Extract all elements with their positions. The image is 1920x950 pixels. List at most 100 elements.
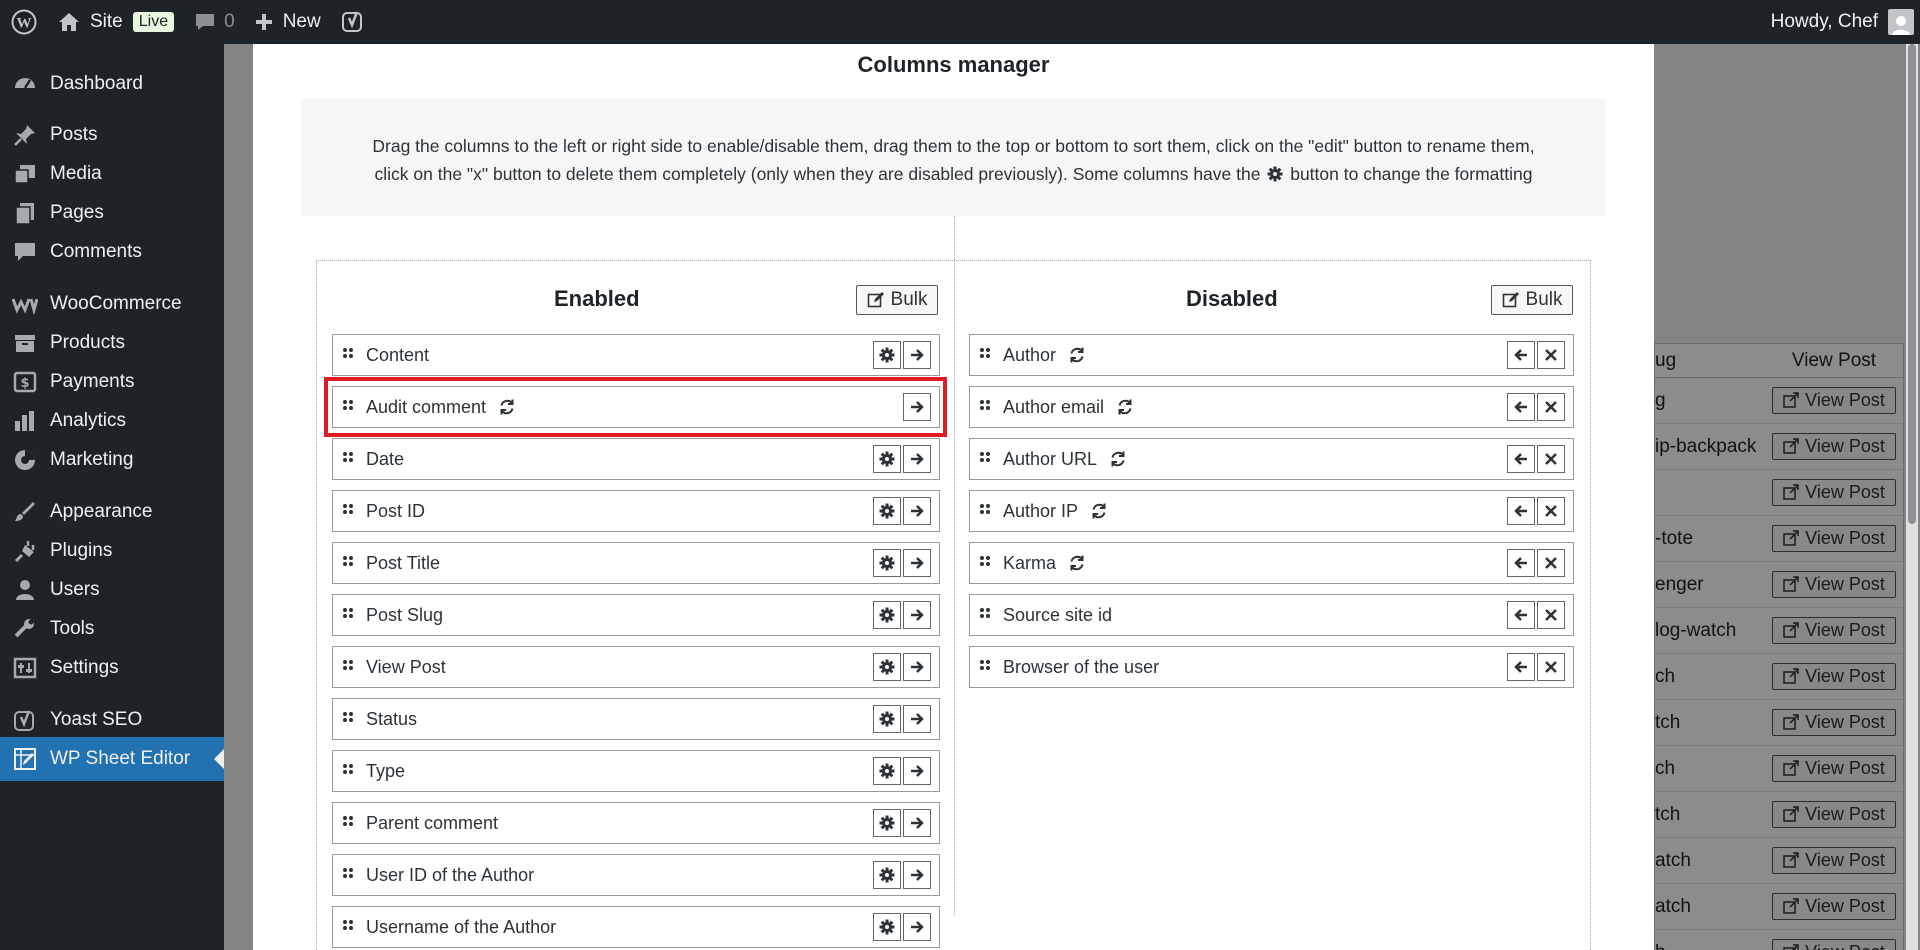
disable-arrow-button[interactable] (903, 653, 931, 681)
disable-arrow-button[interactable] (903, 601, 931, 629)
disable-arrow-button[interactable] (903, 913, 931, 941)
sidebar-item-plugins[interactable]: Plugins (0, 529, 224, 573)
sidebar-item-settings[interactable]: Settings (0, 646, 224, 690)
drag-handle-icon[interactable] (979, 503, 993, 519)
disabled-column-row[interactable]: Author email (969, 386, 1574, 428)
drag-handle-icon[interactable] (979, 399, 993, 415)
delete-column-button[interactable] (1537, 601, 1565, 629)
my-account-menu[interactable]: Howdy, Chef (1761, 0, 1920, 44)
drag-handle-icon[interactable] (342, 919, 356, 935)
drag-handle-icon[interactable] (342, 711, 356, 727)
enabled-column-row[interactable]: Date (332, 438, 940, 480)
enabled-column-row[interactable]: Post Title (332, 542, 940, 584)
sidebar-item-yoast-seo[interactable]: Yoast SEO (0, 698, 224, 742)
disable-arrow-button[interactable] (903, 705, 931, 733)
format-gear-button[interactable] (873, 341, 901, 369)
format-gear-button[interactable] (873, 861, 901, 889)
disable-arrow-button[interactable] (903, 757, 931, 785)
format-gear-button[interactable] (873, 913, 901, 941)
sidebar-item-media[interactable]: Media (0, 152, 224, 196)
sidebar-item-wp-sheet-editor[interactable]: WP Sheet Editor (0, 737, 224, 781)
disable-arrow-button[interactable] (903, 861, 931, 889)
enabled-column-row[interactable]: Post ID (332, 490, 940, 532)
enabled-column-row[interactable]: Content (332, 334, 940, 376)
drag-handle-icon[interactable] (342, 867, 356, 883)
enable-arrow-button[interactable] (1507, 653, 1535, 681)
enabled-column-row[interactable]: Post Slug (332, 594, 940, 636)
format-gear-button[interactable] (873, 601, 901, 629)
disable-arrow-button[interactable] (903, 809, 931, 837)
enabled-column-row[interactable]: View Post (332, 646, 940, 688)
drag-handle-icon[interactable] (979, 347, 993, 363)
format-gear-button[interactable] (873, 809, 901, 837)
disabled-column-row[interactable]: Author IP (969, 490, 1574, 532)
delete-column-button[interactable] (1537, 341, 1565, 369)
sidebar-item-users[interactable]: Users (0, 568, 224, 612)
sidebar-item-marketing[interactable]: Marketing (0, 438, 224, 482)
delete-column-button[interactable] (1537, 653, 1565, 681)
wordpress-logo-icon[interactable]: W (0, 0, 48, 44)
enabled-column-row[interactable]: Username of the Author (332, 906, 940, 948)
enable-arrow-button[interactable] (1507, 601, 1535, 629)
sidebar-item-comments[interactable]: Comments (0, 230, 224, 274)
disabled-column-row[interactable]: Karma (969, 542, 1574, 584)
yoast-menu[interactable] (331, 0, 375, 44)
drag-handle-icon[interactable] (342, 503, 356, 519)
disabled-bulk-button[interactable]: Bulk (1491, 285, 1573, 315)
drag-handle-icon[interactable] (979, 607, 993, 623)
enabled-column-row[interactable]: User ID of the Author (332, 854, 940, 896)
enabled-column-row[interactable]: Status (332, 698, 940, 740)
format-gear-button[interactable] (873, 445, 901, 473)
disabled-column-row[interactable]: Browser of the user (969, 646, 1574, 688)
format-gear-button[interactable] (873, 653, 901, 681)
enabled-bulk-button[interactable]: Bulk (856, 285, 938, 315)
drag-handle-icon[interactable] (979, 659, 993, 675)
sidebar-item-dashboard[interactable]: Dashboard (0, 62, 224, 106)
format-gear-button[interactable] (873, 705, 901, 733)
refresh-icon[interactable] (1068, 554, 1086, 572)
enable-arrow-button[interactable] (1507, 393, 1535, 421)
disable-arrow-button[interactable] (903, 341, 931, 369)
sidebar-item-payments[interactable]: $ Payments (0, 360, 224, 404)
enabled-column-row[interactable]: Type (332, 750, 940, 792)
enable-arrow-button[interactable] (1507, 497, 1535, 525)
refresh-icon[interactable] (1090, 502, 1108, 520)
refresh-icon[interactable] (1068, 346, 1086, 364)
enable-arrow-button[interactable] (1507, 549, 1535, 577)
delete-column-button[interactable] (1537, 445, 1565, 473)
disabled-column-row[interactable]: Author (969, 334, 1574, 376)
format-gear-button[interactable] (873, 549, 901, 577)
drag-handle-icon[interactable] (342, 815, 356, 831)
drag-handle-icon[interactable] (979, 555, 993, 571)
drag-handle-icon[interactable] (979, 451, 993, 467)
disable-arrow-button[interactable] (903, 549, 931, 577)
new-content-menu[interactable]: New (245, 0, 331, 44)
sidebar-item-analytics[interactable]: Analytics (0, 399, 224, 443)
drag-handle-icon[interactable] (342, 607, 356, 623)
drag-handle-icon[interactable] (342, 659, 356, 675)
disable-arrow-button[interactable] (903, 497, 931, 525)
sidebar-item-products[interactable]: Products (0, 321, 224, 365)
disabled-column-row[interactable]: Author URL (969, 438, 1574, 480)
drag-handle-icon[interactable] (342, 555, 356, 571)
disable-arrow-button[interactable] (903, 445, 931, 473)
disabled-column-row[interactable]: Source site id (969, 594, 1574, 636)
delete-column-button[interactable] (1537, 393, 1565, 421)
sidebar-item-pages[interactable]: Pages (0, 191, 224, 235)
enable-arrow-button[interactable] (1507, 341, 1535, 369)
refresh-icon[interactable] (1109, 450, 1127, 468)
drag-handle-icon[interactable] (342, 451, 356, 467)
page-scrollbar[interactable] (1906, 44, 1918, 950)
format-gear-button[interactable] (873, 497, 901, 525)
drag-handle-icon[interactable] (342, 763, 356, 779)
site-menu[interactable]: Site Live (48, 0, 184, 44)
enabled-column-row[interactable]: Parent comment (332, 802, 940, 844)
refresh-icon[interactable] (1116, 398, 1134, 416)
sidebar-item-posts[interactable]: Posts (0, 113, 224, 157)
sidebar-item-woocommerce[interactable]: WooCommerce (0, 282, 224, 326)
sidebar-item-tools[interactable]: Tools (0, 607, 224, 651)
comments-menu[interactable]: 0 (184, 0, 245, 44)
scrollbar-thumb[interactable] (1908, 44, 1916, 524)
delete-column-button[interactable] (1537, 549, 1565, 577)
sidebar-item-appearance[interactable]: Appearance (0, 490, 224, 534)
